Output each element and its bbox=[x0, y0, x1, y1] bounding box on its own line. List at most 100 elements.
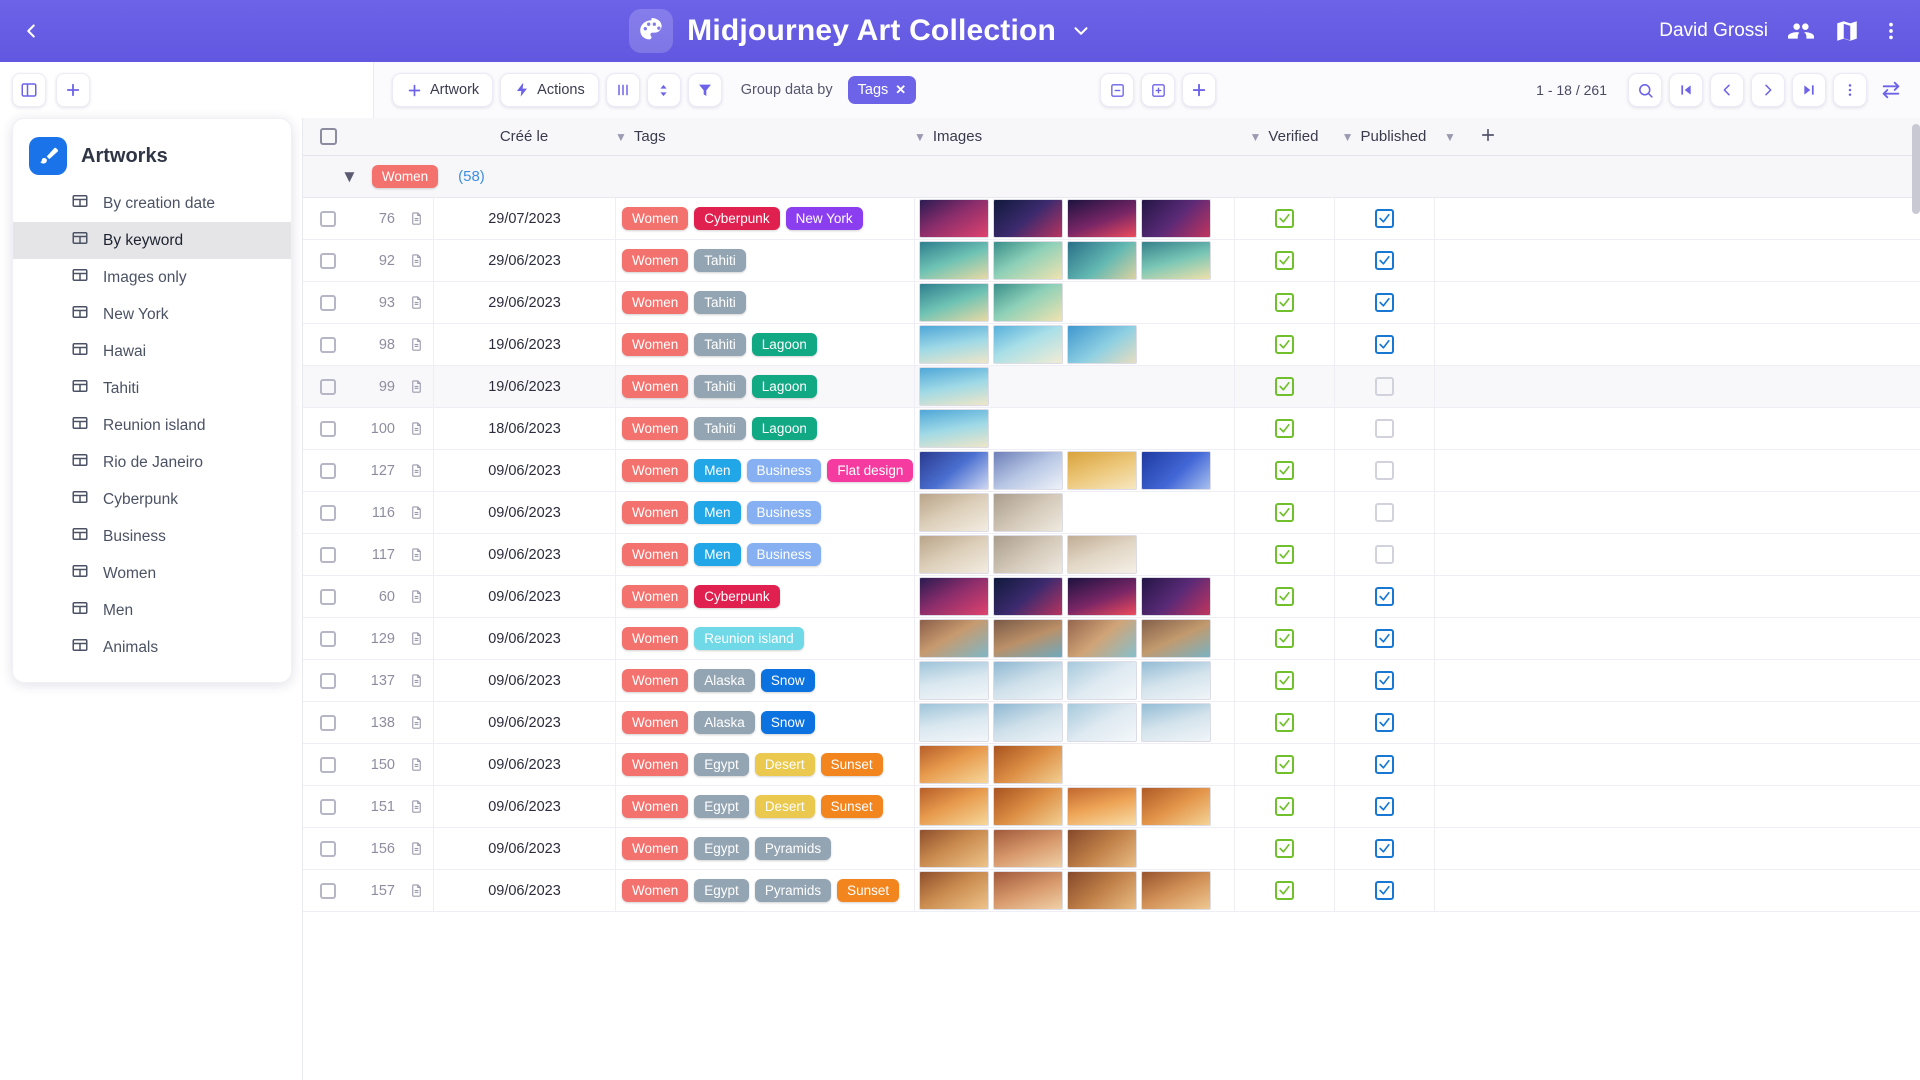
artwork-thumbnail[interactable] bbox=[919, 199, 989, 238]
tag-chip[interactable]: Egypt bbox=[694, 879, 749, 902]
document-icon[interactable] bbox=[399, 589, 433, 604]
table-row[interactable]: 137 09/06/2023 Women Alaska Snow bbox=[303, 659, 1920, 702]
sidebar-item-tahiti[interactable]: Tahiti bbox=[13, 370, 291, 407]
artwork-thumbnail[interactable] bbox=[1067, 703, 1137, 742]
row-published-checkbox[interactable] bbox=[1334, 281, 1434, 324]
document-icon[interactable] bbox=[399, 631, 433, 646]
tag-chip[interactable]: Women bbox=[622, 627, 689, 650]
table-row[interactable]: 127 09/06/2023 Women Men Business Flat design bbox=[303, 449, 1920, 492]
sidebar-item-images-only[interactable]: Images only bbox=[13, 259, 291, 296]
tag-chip[interactable]: Snow bbox=[760, 711, 815, 734]
actions-button[interactable]: Actions bbox=[500, 73, 599, 107]
document-icon[interactable] bbox=[399, 841, 433, 856]
tag-chip[interactable]: Women bbox=[622, 333, 689, 356]
row-select-checkbox[interactable] bbox=[303, 420, 353, 437]
search-icon[interactable] bbox=[1628, 73, 1662, 107]
row-select-checkbox[interactable] bbox=[303, 798, 353, 815]
table-row[interactable]: 138 09/06/2023 Women Alaska Snow bbox=[303, 701, 1920, 744]
artwork-thumbnail[interactable] bbox=[993, 703, 1063, 742]
tag-chip[interactable]: Alaska bbox=[694, 669, 755, 692]
artwork-thumbnail[interactable] bbox=[919, 493, 989, 532]
row-select-checkbox[interactable] bbox=[303, 252, 353, 269]
artwork-thumbnail[interactable] bbox=[1067, 787, 1137, 826]
app-title-group[interactable]: Midjourney Art Collection bbox=[62, 9, 1659, 53]
row-verified-checkbox[interactable] bbox=[1234, 659, 1334, 702]
sidebar-item-cyberpunk[interactable]: Cyberpunk bbox=[13, 481, 291, 518]
row-published-checkbox[interactable] bbox=[1334, 491, 1434, 534]
row-published-checkbox[interactable] bbox=[1334, 323, 1434, 366]
tag-chip[interactable]: Women bbox=[622, 375, 689, 398]
row-verified-checkbox[interactable] bbox=[1234, 449, 1334, 492]
row-verified-checkbox[interactable] bbox=[1234, 239, 1334, 282]
vertical-scrollbar[interactable] bbox=[1912, 124, 1920, 214]
tag-chip[interactable]: Tahiti bbox=[694, 291, 746, 314]
tag-chip[interactable]: Lagoon bbox=[751, 417, 817, 440]
artwork-thumbnail[interactable] bbox=[1141, 577, 1211, 616]
tag-chip[interactable]: Women bbox=[622, 879, 689, 902]
tag-chip[interactable]: Women bbox=[622, 543, 689, 566]
document-icon[interactable] bbox=[399, 253, 433, 268]
row-verified-checkbox[interactable] bbox=[1234, 407, 1334, 450]
row-select-checkbox[interactable] bbox=[303, 882, 353, 899]
artwork-thumbnail[interactable] bbox=[993, 325, 1063, 364]
tag-chip[interactable]: Egypt bbox=[694, 795, 749, 818]
row-select-checkbox[interactable] bbox=[303, 840, 353, 857]
tag-chip[interactable]: Women bbox=[622, 753, 689, 776]
document-icon[interactable] bbox=[399, 295, 433, 310]
artwork-thumbnail[interactable] bbox=[993, 787, 1063, 826]
tag-chip[interactable]: Women bbox=[622, 585, 689, 608]
tag-chip[interactable]: Sunset bbox=[820, 795, 883, 818]
artwork-thumbnail[interactable] bbox=[993, 283, 1063, 322]
row-verified-checkbox[interactable] bbox=[1234, 491, 1334, 534]
group-header-row[interactable]: ▼ Women (58) bbox=[303, 156, 1920, 198]
artwork-thumbnail[interactable] bbox=[993, 199, 1063, 238]
artwork-thumbnail[interactable] bbox=[993, 241, 1063, 280]
chevron-down-icon[interactable]: ▼ bbox=[1250, 130, 1262, 144]
row-select-checkbox[interactable] bbox=[303, 630, 353, 647]
row-published-checkbox[interactable] bbox=[1334, 617, 1434, 660]
tag-chip[interactable]: Women bbox=[622, 249, 689, 272]
tag-chip[interactable]: Flat design bbox=[827, 459, 914, 482]
row-select-checkbox[interactable] bbox=[303, 210, 353, 227]
artwork-thumbnail[interactable] bbox=[919, 241, 989, 280]
column-header-published[interactable]: ▼ Published bbox=[1334, 118, 1434, 156]
row-select-checkbox[interactable] bbox=[303, 714, 353, 731]
artwork-thumbnail[interactable] bbox=[919, 787, 989, 826]
swap-arrows-icon[interactable] bbox=[1874, 73, 1908, 107]
tag-chip[interactable]: Women bbox=[622, 711, 689, 734]
artwork-thumbnail[interactable] bbox=[919, 325, 989, 364]
artwork-thumbnail[interactable] bbox=[1141, 199, 1211, 238]
artwork-thumbnail[interactable] bbox=[1141, 787, 1211, 826]
first-page-icon[interactable] bbox=[1669, 73, 1703, 107]
row-select-checkbox[interactable] bbox=[303, 462, 353, 479]
tag-chip[interactable]: Women bbox=[622, 417, 689, 440]
sidebar-item-business[interactable]: Business bbox=[13, 518, 291, 555]
tag-chip[interactable]: Tahiti bbox=[694, 375, 746, 398]
row-verified-checkbox[interactable] bbox=[1234, 323, 1334, 366]
table-row[interactable]: 92 29/06/2023 Women Tahiti bbox=[303, 239, 1920, 282]
table-row[interactable]: 117 09/06/2023 Women Men Business bbox=[303, 533, 1920, 576]
column-header-tags[interactable]: ▼ Tags bbox=[615, 118, 914, 156]
artwork-thumbnail[interactable] bbox=[919, 829, 989, 868]
artwork-thumbnail[interactable] bbox=[919, 451, 989, 490]
tag-chip[interactable]: Tahiti bbox=[694, 417, 746, 440]
collapse-all-icon[interactable] bbox=[1100, 73, 1135, 107]
artwork-thumbnail[interactable] bbox=[919, 283, 989, 322]
artwork-thumbnail[interactable] bbox=[919, 745, 989, 784]
chevron-down-icon[interactable] bbox=[1070, 20, 1092, 42]
tag-chip[interactable]: Reunion island bbox=[694, 627, 804, 650]
artwork-thumbnail[interactable] bbox=[993, 451, 1063, 490]
table-row[interactable]: 99 19/06/2023 Women Tahiti Lagoon bbox=[303, 365, 1920, 408]
chevron-down-icon[interactable]: ▼ bbox=[1444, 130, 1456, 144]
artwork-thumbnail[interactable] bbox=[919, 661, 989, 700]
document-icon[interactable] bbox=[399, 883, 433, 898]
people-icon[interactable] bbox=[1788, 18, 1814, 44]
chevron-down-icon[interactable]: ▼ bbox=[1342, 130, 1354, 144]
row-verified-checkbox[interactable] bbox=[1234, 365, 1334, 408]
select-all-checkbox[interactable] bbox=[303, 118, 353, 156]
artwork-thumbnail[interactable] bbox=[993, 577, 1063, 616]
row-verified-checkbox[interactable] bbox=[1234, 281, 1334, 324]
table-row[interactable]: 157 09/06/2023 Women Egypt Pyramids Sunset bbox=[303, 869, 1920, 912]
row-select-checkbox[interactable] bbox=[303, 588, 353, 605]
column-header-created[interactable]: Créé le bbox=[433, 118, 615, 156]
